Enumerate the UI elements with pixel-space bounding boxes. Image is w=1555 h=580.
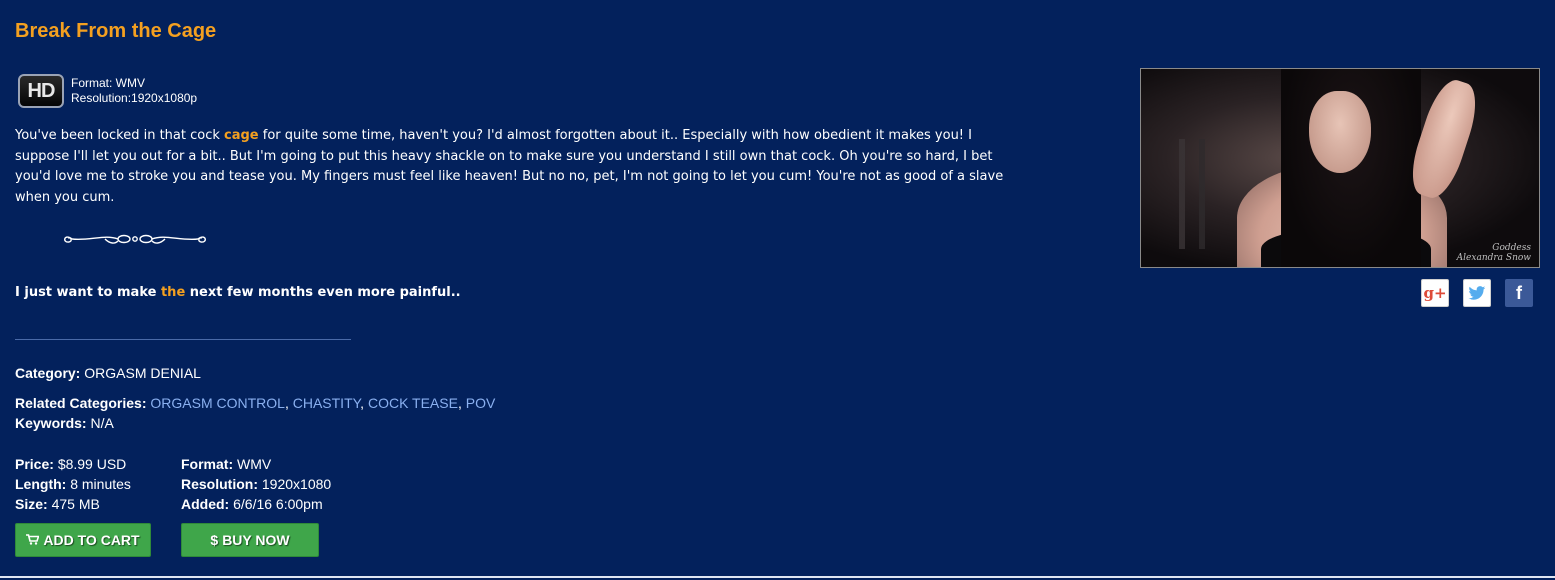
specs-left: Price: $8.99 USD Length: 8 minutes Size:… bbox=[15, 454, 131, 514]
related-separator: , bbox=[360, 395, 368, 411]
page-title: Break From the Cage bbox=[15, 20, 217, 42]
keywords-row: Keywords: N/A bbox=[15, 415, 114, 431]
added-row: Added: 6/6/16 6:00pm bbox=[181, 494, 331, 514]
description-text-before: You've been locked in that cock bbox=[15, 128, 225, 143]
related-category-link[interactable]: POV bbox=[466, 395, 496, 411]
twitter-share-icon[interactable] bbox=[1463, 279, 1491, 307]
format-value: WMV bbox=[237, 456, 272, 472]
keywords-value: N/A bbox=[90, 415, 114, 431]
added-label: Added: bbox=[181, 496, 230, 512]
format-label: Format: bbox=[181, 456, 234, 472]
related-category-link[interactable]: ORGASM CONTROL bbox=[150, 395, 285, 411]
tagline: I just want to make the next few months … bbox=[15, 285, 461, 300]
resolution-row: Resolution: 1920x1080 bbox=[181, 474, 331, 494]
price-value: $8.99 USD bbox=[57, 456, 127, 472]
price-row: Price: $8.99 USD bbox=[15, 454, 131, 474]
bottom-border bbox=[0, 576, 1555, 578]
hd-resolution-text: Resolution:1920x1080p bbox=[71, 91, 198, 105]
flourish-divider-icon bbox=[64, 234, 206, 244]
length-value: 8 minutes bbox=[70, 476, 131, 492]
tagline-before: I just want to make bbox=[15, 285, 161, 300]
length-row: Length: 8 minutes bbox=[15, 474, 131, 494]
buy-now-label: BUY NOW bbox=[222, 532, 290, 548]
category-value: ORGASM DENIAL bbox=[84, 365, 201, 381]
related-category-link[interactable]: CHASTITY bbox=[293, 395, 360, 411]
google-plus-share-icon[interactable]: g+ bbox=[1421, 279, 1449, 307]
resolution-label: Resolution: bbox=[181, 476, 258, 492]
dollar-icon: $ bbox=[210, 532, 219, 548]
related-separator: , bbox=[284, 395, 293, 411]
add-to-cart-button[interactable]: ADD TO CART bbox=[15, 523, 151, 557]
hd-format-info: Format: WMV Resolution:1920x1080p bbox=[71, 76, 197, 106]
thumbnail-background-candles bbox=[1171, 139, 1231, 249]
keywords-label: Keywords: bbox=[15, 415, 87, 431]
section-divider bbox=[15, 339, 351, 340]
description: You've been locked in that cock cage for… bbox=[15, 126, 1030, 208]
related-separator: , bbox=[457, 395, 466, 411]
tagline-after: next few months even more painful.. bbox=[185, 285, 461, 300]
related-category-link[interactable]: COCK TEASE bbox=[368, 395, 458, 411]
hd-format-text: Format: WMV bbox=[71, 76, 145, 90]
cart-icon bbox=[26, 532, 41, 548]
thumbnail-figure-face bbox=[1309, 91, 1371, 173]
tagline-highlight: the bbox=[160, 285, 186, 300]
size-value: 475 MB bbox=[51, 496, 100, 512]
hd-info-block: HD Format: WMV Resolution:1920x1080p bbox=[18, 74, 197, 108]
format-row: Format: WMV bbox=[181, 454, 331, 474]
add-to-cart-label: ADD TO CART bbox=[43, 532, 140, 548]
specs-right: Format: WMV Resolution: 1920x1080 Added:… bbox=[181, 454, 331, 514]
facebook-share-icon[interactable]: f bbox=[1505, 279, 1533, 307]
description-highlight: cage bbox=[224, 128, 259, 143]
buy-now-button[interactable]: $ BUY NOW bbox=[181, 523, 319, 557]
related-categories-row: Related Categories: ORGASM CONTROL, CHAS… bbox=[15, 395, 495, 411]
length-label: Length: bbox=[15, 476, 67, 492]
price-label: Price: bbox=[15, 456, 54, 472]
thumbnail-watermark: Goddess Alexandra Snow bbox=[1457, 243, 1531, 263]
size-label: Size: bbox=[15, 496, 48, 512]
watermark-line1: Goddess bbox=[1492, 243, 1531, 253]
added-value: 6/6/16 6:00pm bbox=[233, 496, 323, 512]
category-row: Category: ORGASM DENIAL bbox=[15, 365, 201, 381]
resolution-value: 1920x1080 bbox=[261, 476, 332, 492]
related-categories-label: Related Categories: bbox=[15, 395, 147, 411]
preview-thumbnail[interactable]: Goddess Alexandra Snow bbox=[1140, 68, 1540, 268]
size-row: Size: 475 MB bbox=[15, 494, 131, 514]
hd-badge-icon: HD bbox=[18, 74, 64, 108]
category-label: Category: bbox=[15, 365, 81, 381]
watermark-line2: Alexandra Snow bbox=[1456, 253, 1531, 263]
